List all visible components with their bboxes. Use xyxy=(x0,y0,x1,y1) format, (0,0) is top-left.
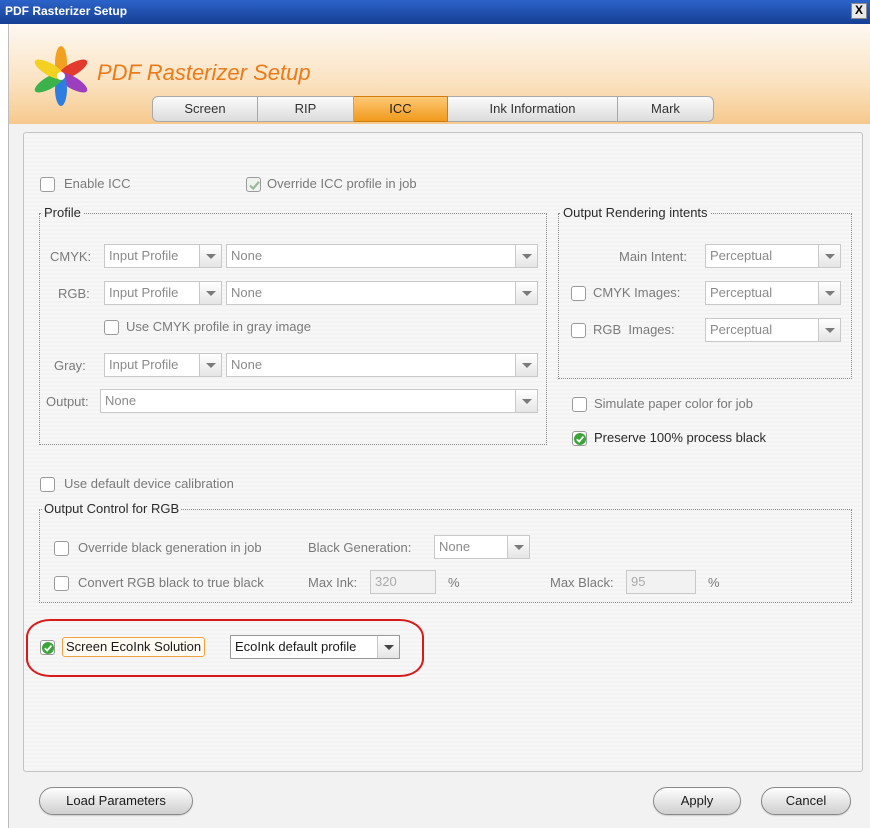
output-profile-value: None xyxy=(105,393,137,408)
chevron-down-icon xyxy=(818,282,840,304)
black-generation-select[interactable]: None xyxy=(434,535,530,559)
apply-button[interactable]: Apply xyxy=(653,787,741,815)
gray-profile-select[interactable]: None xyxy=(226,353,538,377)
rgb-images-select[interactable]: Perceptual xyxy=(705,318,841,342)
rgb-images-checkbox[interactable] xyxy=(571,323,586,338)
rgb-images-label: RGB Images: xyxy=(593,322,675,337)
output-label: Output: xyxy=(46,394,89,409)
cmyk-images-checkbox[interactable] xyxy=(571,286,586,301)
override-icc-checkbox[interactable] xyxy=(246,177,261,192)
cmyk-label: CMYK: xyxy=(50,249,92,264)
default-calibration-label: Use default device calibration xyxy=(64,476,234,491)
default-calibration-checkbox[interactable] xyxy=(40,477,55,492)
cmyk-images-label: CMYK Images: xyxy=(593,285,681,300)
chevron-down-icon xyxy=(199,282,221,304)
rgb-label: RGB: xyxy=(58,286,90,301)
enable-icc-label: Enable ICC xyxy=(64,176,131,191)
gray-label: Gray: xyxy=(54,358,86,373)
chevron-down-icon xyxy=(199,354,221,376)
tab-bar: Screen RIP ICC Ink Information Mark xyxy=(152,96,714,122)
simulate-paper-checkbox[interactable] xyxy=(572,397,587,412)
window-title: PDF Rasterizer Setup xyxy=(5,4,128,18)
convert-black-label: Convert RGB black to true black xyxy=(78,575,264,590)
profile-group: Profile CMYK: Input Profile None RGB: In… xyxy=(39,205,547,445)
gray-profile-value: None xyxy=(231,357,263,372)
ecoink-checkbox[interactable] xyxy=(40,640,55,655)
cancel-button[interactable]: Cancel xyxy=(761,787,851,815)
rgb-output-control-group: Output Control for RGB Override black ge… xyxy=(39,501,852,603)
chevron-down-icon xyxy=(515,245,537,267)
ecoink-profile-select[interactable]: EcoInk default profile xyxy=(230,635,400,659)
cmyk-source-value: Input Profile xyxy=(109,248,179,263)
chevron-down-icon xyxy=(818,245,840,267)
max-ink-input[interactable]: 320 xyxy=(370,570,436,594)
simulate-paper-label: Simulate paper color for job xyxy=(594,396,753,411)
rendering-intents-group: Output Rendering intents Main Intent: Pe… xyxy=(558,205,852,379)
cmyk-images-value: Perceptual xyxy=(710,285,773,300)
use-cmyk-gray-label: Use CMYK profile in gray image xyxy=(126,319,311,334)
black-generation-label: Black Generation: xyxy=(308,540,412,555)
cmyk-profile-select[interactable]: None xyxy=(226,244,538,268)
rgb-images-value: Perceptual xyxy=(710,322,773,337)
rgb-source-value: Input Profile xyxy=(109,285,179,300)
tab-rip[interactable]: RIP xyxy=(258,96,354,122)
main-intent-value: Perceptual xyxy=(710,248,773,263)
cmyk-source-select[interactable]: Input Profile xyxy=(104,244,222,268)
max-ink-unit: % xyxy=(448,575,460,590)
tab-mark[interactable]: Mark xyxy=(618,96,714,122)
max-black-label: Max Black: xyxy=(550,575,614,590)
rendering-intents-title: Output Rendering intents xyxy=(561,205,710,220)
cmyk-images-select[interactable]: Perceptual xyxy=(705,281,841,305)
black-generation-value: None xyxy=(439,539,471,554)
main-intent-select[interactable]: Perceptual xyxy=(705,244,841,268)
rgb-profile-value: None xyxy=(231,285,263,300)
title-bar: PDF Rasterizer Setup X xyxy=(0,0,870,24)
tab-ink-information[interactable]: Ink Information xyxy=(448,96,618,122)
enable-icc-checkbox[interactable] xyxy=(40,177,55,192)
checkmark-icon xyxy=(42,642,54,654)
checkmark-icon xyxy=(249,181,260,191)
profile-group-title: Profile xyxy=(42,205,83,220)
icc-panel: Enable ICC Override ICC profile in job P… xyxy=(23,132,863,772)
max-black-unit: % xyxy=(708,575,720,590)
app-title: PDF Rasterizer Setup xyxy=(97,60,311,85)
chevron-down-icon xyxy=(377,636,399,658)
ecoink-profile-value: EcoInk default profile xyxy=(235,639,357,654)
preserve-black-label: Preserve 100% process black xyxy=(594,430,766,445)
chevron-down-icon xyxy=(199,245,221,267)
main-intent-label: Main Intent: xyxy=(619,249,687,264)
override-icc-label: Override ICC profile in job xyxy=(267,176,417,191)
use-cmyk-gray-checkbox[interactable] xyxy=(104,320,119,335)
tab-icc[interactable]: ICC xyxy=(354,96,448,122)
rgb-profile-select[interactable]: None xyxy=(226,281,538,305)
ecoink-label: Screen EcoInk Solution xyxy=(62,637,206,657)
chevron-down-icon xyxy=(515,282,537,304)
chevron-down-icon xyxy=(507,536,529,558)
close-button[interactable]: X xyxy=(851,3,867,19)
rgb-output-control-title: Output Control for RGB xyxy=(42,501,182,516)
chevron-down-icon xyxy=(515,354,537,376)
load-parameters-button[interactable]: Load Parameters xyxy=(39,787,193,815)
app-logo-icon xyxy=(34,46,88,106)
chevron-down-icon xyxy=(515,390,537,412)
setup-window: PDF Rasterizer Setup Enable ICC Override… xyxy=(8,24,870,828)
override-black-label: Override black generation in job xyxy=(78,540,262,555)
rgb-source-select[interactable]: Input Profile xyxy=(104,281,222,305)
gray-source-value: Input Profile xyxy=(109,357,179,372)
cmyk-profile-value: None xyxy=(231,248,263,263)
max-black-input[interactable]: 95 xyxy=(626,570,696,594)
preserve-black-checkbox[interactable] xyxy=(572,431,587,446)
tab-screen[interactable]: Screen xyxy=(152,96,258,122)
gray-source-select[interactable]: Input Profile xyxy=(104,353,222,377)
max-ink-label: Max Ink: xyxy=(308,575,358,590)
convert-black-checkbox[interactable] xyxy=(54,576,69,591)
override-black-checkbox[interactable] xyxy=(54,541,69,556)
checkmark-icon xyxy=(574,433,586,445)
output-profile-select[interactable]: None xyxy=(100,389,538,413)
chevron-down-icon xyxy=(818,319,840,341)
